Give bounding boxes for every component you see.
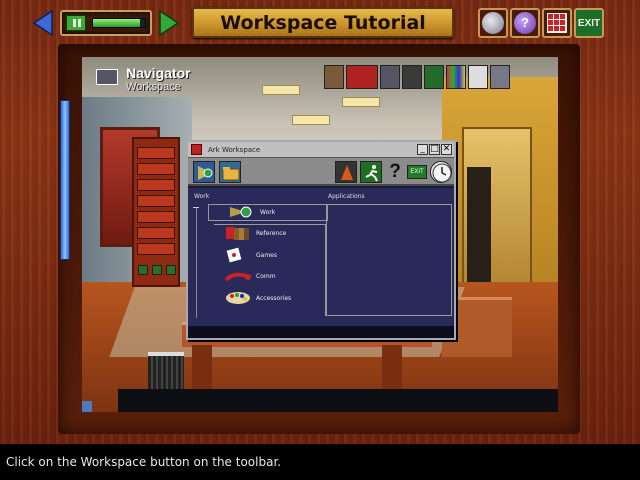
tree-collapse-icon[interactable] — [193, 207, 199, 208]
shelf-item[interactable] — [137, 163, 175, 175]
tree-connector — [196, 208, 197, 318]
ceiling-light — [342, 97, 380, 107]
shelf-item[interactable] — [137, 211, 175, 223]
navigator-icon — [96, 69, 118, 85]
shelf-item[interactable] — [137, 147, 175, 159]
card-icon[interactable] — [346, 65, 378, 89]
shelf-launcher[interactable] — [132, 137, 180, 287]
desk-leg — [382, 345, 402, 395]
shelf-mini-button[interactable] — [152, 265, 162, 275]
picture-icon[interactable] — [402, 65, 422, 89]
window-toolbar: ? EXIT — [188, 158, 454, 186]
runner-icon[interactable] — [360, 161, 382, 183]
work-icon — [230, 206, 252, 218]
workspace-tree-pane: Work Applications Work Reference Games C… — [188, 188, 454, 326]
palette-icon — [226, 292, 250, 304]
window-controls: _ □ ✕ — [417, 144, 452, 155]
shelf-item[interactable] — [137, 179, 175, 191]
window-exit-button[interactable]: EXIT — [407, 165, 427, 179]
close-button[interactable]: ✕ — [441, 144, 452, 155]
clock-icon[interactable] — [478, 8, 508, 38]
tray-icon[interactable] — [468, 65, 488, 89]
phone-icon[interactable] — [380, 65, 400, 89]
tree-item-label: Reference — [256, 229, 287, 237]
books-icon — [226, 227, 249, 240]
navigator-title: Navigator — [126, 65, 191, 81]
instruction-text: Click on the Workspace button on the too… — [6, 455, 282, 469]
grid-icon[interactable] — [542, 8, 572, 38]
tree-item-label: Work — [260, 208, 276, 216]
navigator-subtitle: Workspace — [126, 81, 181, 93]
help-button[interactable]: ? — [384, 161, 406, 183]
pause-icon[interactable] — [66, 15, 86, 31]
back-arrow-icon[interactable] — [32, 9, 54, 37]
scene-footer — [118, 389, 558, 412]
system-menu-icon[interactable] — [191, 144, 202, 155]
title-plate: Workspace Tutorial — [192, 7, 454, 38]
work-column-header: Work — [194, 193, 210, 200]
ceiling-light — [262, 85, 300, 95]
minimize-button[interactable]: _ — [417, 144, 428, 155]
lamp-icon[interactable] — [335, 161, 357, 183]
navigator-toolbar — [324, 65, 510, 91]
desk-icon[interactable] — [490, 65, 510, 89]
shelf-item[interactable] — [137, 243, 175, 255]
dice-icon — [226, 247, 242, 263]
tree-item-comm[interactable]: Comm — [224, 268, 276, 284]
desk-leg — [192, 345, 212, 395]
window-title: Ark Workspace — [208, 145, 261, 154]
ceiling-light — [292, 115, 330, 125]
palette-icon[interactable] — [446, 65, 466, 89]
window-titlebar[interactable]: Ark Workspace _ □ ✕ — [188, 142, 454, 158]
tree-item-label: Accessories — [256, 294, 292, 302]
maximize-button[interactable]: □ — [429, 144, 440, 155]
navigator-label: Navigator Workspace — [126, 65, 191, 93]
shelf-item[interactable] — [137, 227, 175, 239]
volume-slider[interactable] — [60, 100, 70, 260]
tree-item-label: Games — [256, 251, 277, 259]
help-icon[interactable]: ? — [510, 8, 540, 38]
tree-item-accessories[interactable]: Accessories — [224, 290, 291, 306]
progress-bar — [92, 18, 146, 28]
tree-item-work[interactable]: Work — [228, 204, 275, 220]
window-status-bar — [188, 326, 454, 338]
corner-tab[interactable] — [82, 401, 92, 412]
shelf-mini-button[interactable] — [138, 265, 148, 275]
applications-pane[interactable] — [326, 204, 452, 316]
wastebasket-icon[interactable] — [148, 352, 184, 392]
clock-icon[interactable] — [430, 161, 452, 183]
folder-icon[interactable] — [219, 161, 241, 183]
workspace-window: Ark Workspace _ □ ✕ ? EXIT Work Applicat… — [186, 140, 456, 340]
progress-fill — [93, 19, 140, 27]
applications-column-header: Applications — [328, 193, 365, 200]
exit-label: EXIT — [577, 17, 601, 29]
tree-item-games[interactable]: Games — [224, 247, 277, 263]
page-title: Workspace Tutorial — [220, 11, 426, 34]
doorway-shadow — [467, 167, 491, 287]
exit-button[interactable]: EXIT — [574, 8, 604, 38]
tree-item-label: Comm — [256, 272, 276, 280]
runner-icon[interactable] — [424, 65, 444, 89]
instruction-bar: Click on the Workspace button on the too… — [0, 444, 640, 480]
shelf-mini-button[interactable] — [166, 265, 176, 275]
shelf-item[interactable] — [137, 195, 175, 207]
progress-control — [60, 10, 152, 36]
telephone-icon — [224, 272, 251, 282]
forward-arrow-icon[interactable] — [158, 9, 180, 37]
door-icon[interactable] — [324, 65, 344, 89]
workspace-button[interactable] — [193, 161, 215, 183]
tree-item-reference[interactable]: Reference — [224, 225, 286, 241]
